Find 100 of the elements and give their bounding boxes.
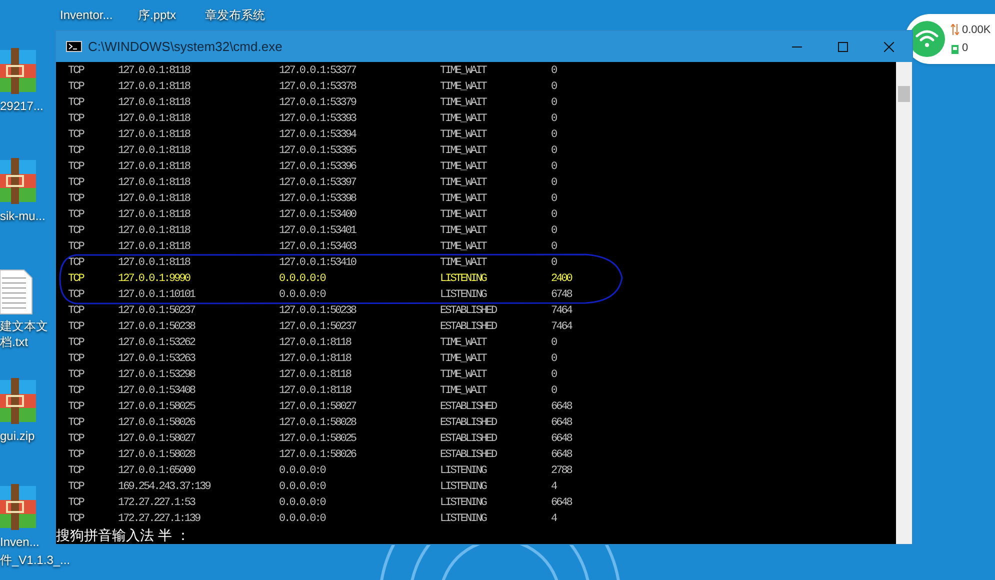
- desktop-icon-label[interactable]: 章发布系统: [205, 7, 265, 23]
- console-text: 127.0.0.1:58027: [118, 432, 196, 447]
- scrollbar-thumb[interactable]: [898, 86, 910, 102]
- desktop-icon-label[interactable]: Inventor...: [60, 7, 113, 23]
- console-text: 0: [551, 384, 558, 399]
- console-text: 127.0.0.1:53377: [279, 64, 358, 79]
- console-text: LISTENING: [440, 480, 488, 495]
- console-text: 127.0.0.1:53397: [279, 176, 358, 191]
- console-text: TIME_WAIT: [440, 384, 488, 399]
- console-text: 0: [551, 336, 558, 351]
- scrollbar[interactable]: [896, 62, 912, 544]
- console-text: 127.0.0.1:53408: [118, 384, 196, 399]
- archive-icon[interactable]: [0, 484, 36, 532]
- console-text: TCP: [68, 416, 85, 431]
- console-text: 127.0.0.1:53393: [279, 112, 358, 127]
- console-text: 127.0.0.1:8118: [118, 240, 191, 255]
- console-text: LISTENING: [440, 288, 488, 303]
- console-text: 0.0.0.0:0: [279, 464, 326, 479]
- console-text: 172.27.227.1:139: [118, 512, 202, 527]
- console-text: ESTABLISHED: [440, 448, 498, 463]
- console-text: 6648: [551, 400, 573, 415]
- console-text: TCP: [68, 112, 85, 127]
- console-text: 127.0.0.1:9990: [118, 272, 191, 287]
- console-text: 0: [551, 112, 558, 127]
- console-text: ESTABLISHED: [440, 416, 498, 431]
- console-text: TIME_WAIT: [440, 96, 488, 111]
- console-text: TIME_WAIT: [440, 368, 488, 383]
- close-icon: [884, 42, 894, 52]
- desktop-icon-label[interactable]: 序.pptx: [138, 7, 176, 23]
- desktop-icon-label[interactable]: sik-mu...: [0, 208, 52, 224]
- console-text: LISTENING: [440, 464, 488, 479]
- console-text: 127.0.0.1:58026: [118, 416, 196, 431]
- console-text: 0: [551, 128, 558, 143]
- archive-icon[interactable]: [0, 158, 36, 206]
- console-text: 127.0.0.1:58025: [118, 400, 196, 415]
- console-text: 127.0.0.1:50237: [279, 320, 358, 335]
- console-text: 127.0.0.1:8118: [118, 80, 191, 95]
- console-text: TCP: [68, 160, 85, 175]
- console-text: 0: [551, 368, 558, 383]
- console-text: 127.0.0.1:10101: [118, 288, 196, 303]
- console-text: 127.0.0.1:58028: [118, 448, 196, 463]
- console-text: 6648: [551, 448, 573, 463]
- console-text: TCP: [68, 240, 85, 255]
- console-text: 127.0.0.1:8118: [279, 368, 352, 383]
- console-text: TCP: [68, 176, 85, 191]
- console-text: 127.0.0.1:50238: [118, 320, 196, 335]
- console-text: 0: [551, 176, 558, 191]
- console-text: 127.0.0.1:53401: [279, 224, 358, 239]
- console-text: 127.0.0.1:53263: [118, 352, 196, 367]
- network-speed: 0.00K: [962, 22, 991, 38]
- desktop-icon-label[interactable]: gui.zip: [0, 428, 52, 444]
- console-text: TIME_WAIT: [440, 144, 488, 159]
- console-text: ESTABLISHED: [440, 304, 498, 319]
- console-text: 127.0.0.1:58025: [279, 432, 358, 447]
- desktop-icon-label[interactable]: 件_V1.1.3_...: [0, 552, 70, 568]
- console-text: TIME_WAIT: [440, 208, 488, 223]
- console-text: 0: [551, 160, 558, 175]
- console-text: ESTABLISHED: [440, 432, 498, 447]
- console-text: TIME_WAIT: [440, 352, 488, 367]
- console-text: 127.0.0.1:53262: [118, 336, 196, 351]
- console-text: 127.0.0.1:53410: [279, 256, 358, 271]
- console-text: TCP: [68, 208, 85, 223]
- console-text: TCP: [68, 272, 85, 287]
- console-text: 127.0.0.1:53403: [279, 240, 358, 255]
- desktop-icon-label[interactable]: 建文本文档.txt: [0, 318, 52, 350]
- console-text: 0: [551, 64, 558, 79]
- window-title: C:\WINDOWS\system32\cmd.exe: [88, 38, 284, 56]
- console-text: TCP: [68, 128, 85, 143]
- console-text: 0: [551, 240, 558, 255]
- console-text: TCP: [68, 320, 85, 335]
- console-text: 127.0.0.1:8118: [118, 144, 191, 159]
- console-text: 0: [551, 256, 558, 271]
- console-text: TCP: [68, 464, 85, 479]
- console-text: 127.0.0.1:8118: [118, 128, 191, 143]
- console-text: 127.0.0.1:8118: [118, 208, 191, 223]
- console-text: 127.0.0.1:8118: [279, 336, 352, 351]
- console-text: TCP: [68, 256, 85, 271]
- console-text: 0: [551, 144, 558, 159]
- console-text: 127.0.0.1:58026: [279, 448, 358, 463]
- console-text: 0: [551, 352, 558, 367]
- archive-icon[interactable]: [0, 378, 36, 426]
- maximize-icon: [838, 42, 848, 52]
- desktop-icon-label[interactable]: 29217...: [0, 98, 52, 114]
- console-text: TIME_WAIT: [440, 240, 488, 255]
- desktop-icon-label[interactable]: Inven...: [0, 534, 52, 550]
- console-text: 127.0.0.1:8118: [118, 224, 191, 239]
- console-text: 127.0.0.1:53378: [279, 80, 358, 95]
- console-text: TCP: [68, 224, 85, 239]
- archive-icon[interactable]: [0, 48, 36, 96]
- console-text: 127.0.0.1:53400: [279, 208, 358, 223]
- console-text: TCP: [68, 496, 85, 511]
- console-text: 127.0.0.1:8118: [279, 352, 352, 367]
- console-text: TCP: [68, 288, 85, 303]
- console-text: 127.0.0.1:53398: [279, 192, 358, 207]
- console-text: 0: [551, 224, 558, 239]
- console-text: 127.0.0.1:58027: [279, 400, 358, 415]
- console-text: 127.0.0.1:50238: [279, 304, 358, 319]
- console-text: 127.0.0.1:8118: [118, 256, 191, 271]
- console-text: 4: [551, 480, 558, 495]
- console-text: 127.0.0.1:8118: [118, 64, 191, 79]
